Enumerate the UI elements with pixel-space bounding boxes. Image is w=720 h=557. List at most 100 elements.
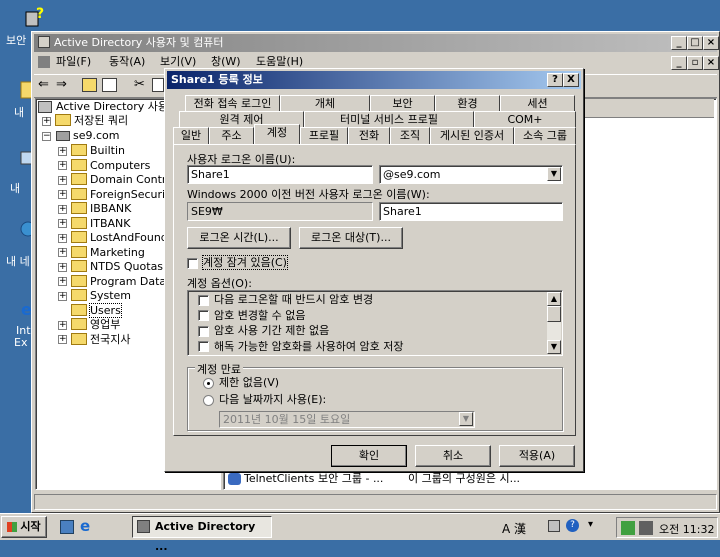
domain-suffix-select[interactable]: @se9.com ▼	[379, 165, 563, 184]
tree-item[interactable]: + NTDS Quotas	[58, 260, 163, 274]
tree-item[interactable]: + Builtin	[58, 144, 125, 158]
never-radio[interactable]: 제한 없음(V)	[203, 376, 279, 390]
tree-item[interactable]: + IBBANK	[58, 202, 131, 216]
tab-profile[interactable]: 프로필	[300, 127, 348, 144]
chevron-down-icon[interactable]: ▼	[547, 167, 561, 181]
logon-to-button[interactable]: 로그온 대상(T)...	[299, 227, 403, 249]
help-circle-icon[interactable]: ?	[566, 519, 579, 532]
checkbox[interactable]	[198, 341, 209, 352]
tab-account[interactable]: 계정	[254, 124, 300, 144]
expand-icon[interactable]: +	[58, 320, 67, 330]
start-button[interactable]: 시작	[1, 516, 47, 538]
tab-general[interactable]: 일반	[173, 127, 209, 144]
tab-security[interactable]: 보안	[370, 95, 435, 112]
expand-icon[interactable]: +	[58, 219, 67, 228]
tree-item[interactable]: Users	[58, 302, 122, 318]
tree-item[interactable]: + 전국지사	[58, 332, 130, 347]
display-tray-icon[interactable]	[639, 521, 653, 535]
tree-item[interactable]: + LostAndFound	[58, 231, 168, 245]
tree-item[interactable]: + 영업부	[58, 318, 120, 332]
tree-item[interactable]: + Program Data	[58, 274, 166, 289]
account-locked-checkbox[interactable]: 계정 잠겨 있음(C)	[187, 255, 288, 270]
network-tray-icon[interactable]	[621, 521, 635, 535]
tab-certificates[interactable]: 게시된 인증서	[430, 127, 514, 144]
maximize-button[interactable]: □	[687, 36, 703, 50]
up-folder-icon[interactable]	[82, 78, 97, 92]
radio-unselected[interactable]	[203, 394, 214, 406]
desktop-icon-security[interactable]: ?	[24, 4, 54, 34]
tab-dialin[interactable]: 전화 접속 로그인	[185, 95, 280, 112]
show-tree-icon[interactable]	[102, 78, 117, 92]
cancel-button[interactable]: 취소	[415, 445, 491, 467]
account-option-item[interactable]: 암호 변경할 수 없음	[198, 309, 305, 323]
minimize-button[interactable]: _	[671, 36, 687, 50]
expand-icon[interactable]: +	[58, 161, 67, 170]
apply-button[interactable]: 적용(A)	[499, 445, 575, 467]
child-restore-button[interactable]: ▫	[687, 56, 703, 70]
tree-item[interactable]: + System	[58, 289, 131, 303]
expand-icon[interactable]: +	[58, 262, 67, 272]
tray-chevron-icon[interactable]: ▾	[588, 519, 593, 530]
clock[interactable]: 오전 11:32	[659, 521, 714, 537]
quicklaunch-desktop-icon[interactable]	[60, 520, 74, 534]
help-button[interactable]: ?	[547, 73, 563, 87]
tab-com[interactable]: COM+	[474, 111, 576, 128]
tree-item[interactable]: + ForeignSecurit	[58, 187, 169, 202]
account-option-item[interactable]: 해독 가능한 암호화를 사용하여 암호 저장	[198, 340, 404, 354]
tree-item[interactable]: + Computers	[58, 158, 150, 173]
tree-item[interactable]: + ITBANK	[58, 216, 130, 231]
tree-root[interactable]: Active Directory 사용자	[38, 100, 178, 114]
checkbox[interactable]	[198, 294, 209, 306]
menu-action[interactable]: 동작(A)	[109, 53, 145, 71]
checkbox[interactable]	[198, 325, 209, 337]
quicklaunch-ie-icon[interactable]: e	[80, 517, 90, 535]
child-close-button[interactable]: ×	[703, 56, 719, 70]
main-title-bar[interactable]: Active Directory 사용자 및 컴퓨터 _ □ ×	[34, 34, 719, 52]
tab-object[interactable]: 개체	[280, 95, 370, 112]
options-scrollbar[interactable]: ▲ ▼	[547, 292, 561, 354]
pre2000-name-input[interactable]: Share1	[379, 202, 563, 221]
scroll-thumb[interactable]	[547, 306, 561, 322]
expand-icon[interactable]: +	[58, 335, 67, 344]
tab-ts-profile[interactable]: 터미널 서비스 프로필	[304, 111, 474, 128]
tree-domain[interactable]: − se9.com	[42, 129, 120, 143]
tab-organization[interactable]: 조직	[390, 127, 430, 144]
tab-environment[interactable]: 환경	[435, 95, 500, 112]
list-row[interactable]: TelnetClients 보안 그룹 - ... 이 그룹의 구성원은 시..…	[224, 472, 714, 486]
taskbar-task-button[interactable]: Active Directory ...	[132, 516, 272, 553]
scroll-down-icon[interactable]: ▼	[547, 340, 561, 354]
expand-icon[interactable]: +	[58, 175, 67, 185]
checkbox[interactable]	[198, 310, 209, 321]
tree-saved-queries[interactable]: + 저장된 쿼리	[42, 114, 128, 128]
expand-icon[interactable]: +	[58, 204, 67, 214]
logon-name-input[interactable]: Share1	[187, 165, 373, 184]
expand-icon[interactable]: +	[42, 116, 51, 126]
copy-icon[interactable]	[152, 78, 164, 92]
scroll-up-icon[interactable]: ▲	[547, 292, 561, 306]
expand-icon[interactable]: +	[58, 291, 67, 301]
radio-selected[interactable]	[203, 377, 214, 389]
dialog-close-button[interactable]: X	[563, 73, 579, 87]
expand-icon[interactable]: +	[58, 190, 67, 199]
language-bar[interactable]: A 漢	[502, 520, 526, 537]
expand-icon[interactable]: +	[58, 277, 67, 286]
menu-file[interactable]: 파일(F)	[56, 53, 91, 71]
collapse-icon[interactable]: −	[42, 131, 51, 141]
account-option-item[interactable]: 암호 사용 기간 제한 없음	[198, 324, 329, 338]
logon-hours-button[interactable]: 로그온 시간(L)...	[187, 227, 291, 249]
account-options-list[interactable]: 다음 로그온할 때 반드시 암호 변경암호 변경할 수 없음 암호 사용 기간 제…	[187, 290, 563, 356]
tree-item[interactable]: + Domain Contro	[58, 173, 173, 187]
tree-item[interactable]: + Marketing	[58, 245, 145, 260]
cut-icon[interactable]: ✂	[134, 77, 145, 92]
expand-icon[interactable]: +	[58, 248, 67, 257]
back-icon[interactable]: ⇐	[38, 77, 49, 92]
tab-address[interactable]: 주소	[209, 127, 254, 144]
tab-sessions[interactable]: 세션	[500, 95, 575, 112]
tab-telephones[interactable]: 전화	[348, 127, 390, 144]
checkbox[interactable]	[187, 257, 198, 269]
forward-icon[interactable]: ⇒	[56, 77, 67, 92]
expand-icon[interactable]: +	[58, 233, 67, 243]
account-option-item[interactable]: 다음 로그온할 때 반드시 암호 변경	[198, 293, 373, 307]
ime-icon[interactable]	[548, 520, 560, 532]
close-button[interactable]: ×	[703, 36, 719, 50]
